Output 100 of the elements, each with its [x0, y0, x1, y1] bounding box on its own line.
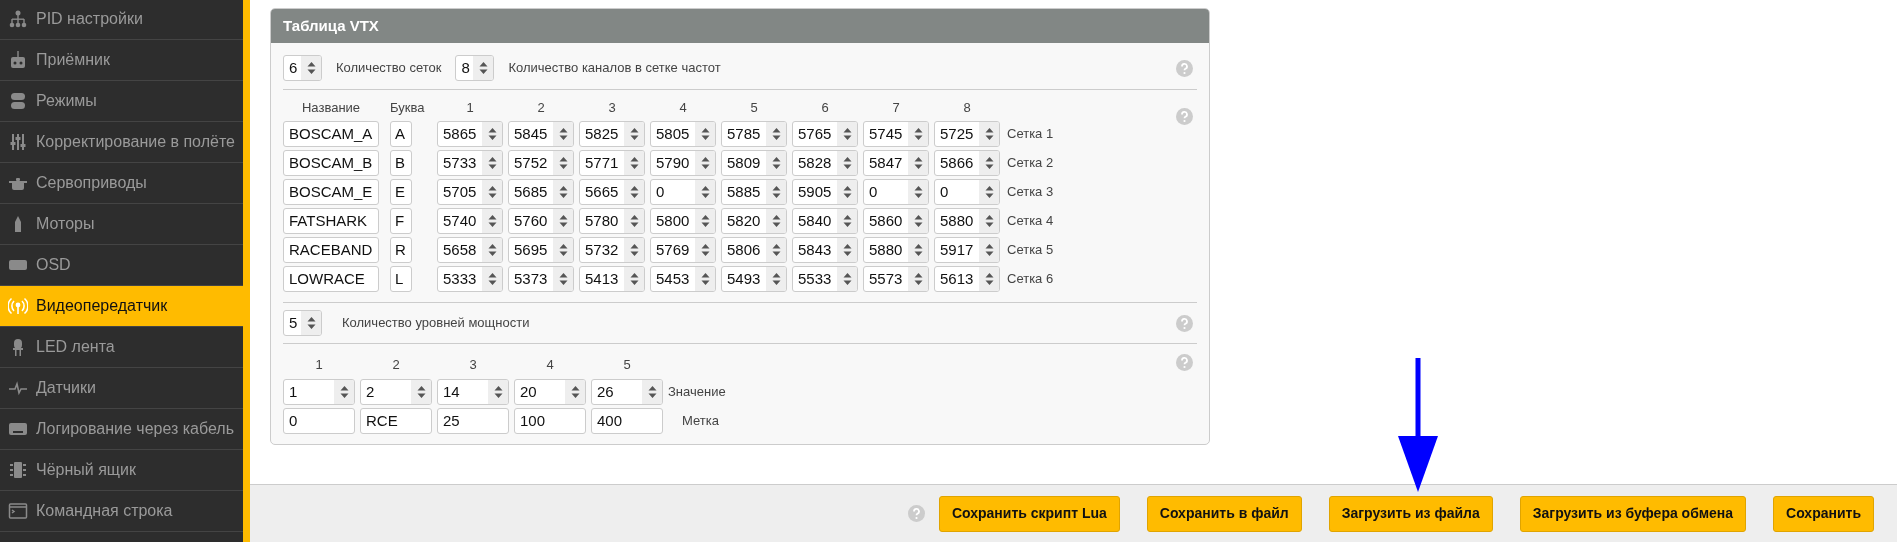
text-field[interactable]: FATSHARK: [283, 208, 379, 234]
spinner-arrows-icon[interactable]: [700, 214, 710, 228]
footer-button[interactable]: Загрузить из буфера обмена: [1519, 495, 1747, 532]
sidebar-item[interactable]: Сервоприводы: [0, 163, 243, 204]
number-field[interactable]: 5785: [721, 121, 787, 147]
spinner-arrows-icon[interactable]: [558, 214, 568, 228]
text-field[interactable]: RACEBAND: [283, 237, 379, 263]
number-field[interactable]: 5333: [437, 266, 503, 292]
number-field[interactable]: 5745: [863, 121, 929, 147]
number-field[interactable]: 5752: [508, 150, 574, 176]
number-field[interactable]: 5825: [579, 121, 645, 147]
text-field[interactable]: 100: [514, 408, 586, 434]
number-field[interactable]: 5658: [437, 237, 503, 263]
text-field[interactable]: 0: [283, 408, 355, 434]
text-field[interactable]: BOSCAM_A: [283, 121, 379, 147]
spinner-arrows-icon[interactable]: [700, 243, 710, 257]
text-field[interactable]: 25: [437, 408, 509, 434]
number-field[interactable]: 5843: [792, 237, 858, 263]
spinner-arrows-icon[interactable]: [700, 156, 710, 170]
number-field[interactable]: 5865: [437, 121, 503, 147]
spinner-arrows-icon[interactable]: [984, 243, 994, 257]
number-field[interactable]: 5: [283, 310, 322, 336]
text-field[interactable]: LOWRACE: [283, 266, 379, 292]
number-field[interactable]: 5760: [508, 208, 574, 234]
spinner-arrows-icon[interactable]: [913, 272, 923, 286]
number-field[interactable]: 6: [283, 55, 322, 81]
number-field[interactable]: 5665: [579, 179, 645, 205]
spinner-arrows-icon[interactable]: [842, 214, 852, 228]
spinner-arrows-icon[interactable]: [700, 272, 710, 286]
number-field[interactable]: 5695: [508, 237, 574, 263]
spinner-arrows-icon[interactable]: [416, 385, 426, 399]
number-field[interactable]: 5840: [792, 208, 858, 234]
spinner-arrows-icon[interactable]: [558, 243, 568, 257]
number-field[interactable]: 5769: [650, 237, 716, 263]
number-field[interactable]: 5885: [721, 179, 787, 205]
number-field[interactable]: 0: [863, 179, 929, 205]
spinner-arrows-icon[interactable]: [558, 127, 568, 141]
spinner-arrows-icon[interactable]: [913, 243, 923, 257]
spinner-arrows-icon[interactable]: [629, 214, 639, 228]
number-field[interactable]: 20: [514, 379, 586, 405]
number-field[interactable]: 5413: [579, 266, 645, 292]
text-field[interactable]: RCE: [360, 408, 432, 434]
spinner-arrows-icon[interactable]: [558, 156, 568, 170]
spinner-arrows-icon[interactable]: [771, 156, 781, 170]
number-field[interactable]: 5917: [934, 237, 1000, 263]
spinner-arrows-icon[interactable]: [842, 272, 852, 286]
spinner-arrows-icon[interactable]: [306, 316, 316, 330]
spinner-arrows-icon[interactable]: [629, 127, 639, 141]
text-field[interactable]: 400: [591, 408, 663, 434]
spinner-arrows-icon[interactable]: [629, 185, 639, 199]
spinner-arrows-icon[interactable]: [842, 185, 852, 199]
spinner-arrows-icon[interactable]: [478, 61, 488, 75]
spinner-arrows-icon[interactable]: [913, 214, 923, 228]
spinner-arrows-icon[interactable]: [558, 272, 568, 286]
sidebar-item[interactable]: Логирование через кабель: [0, 409, 243, 450]
spinner-arrows-icon[interactable]: [306, 61, 316, 75]
number-field[interactable]: 26: [591, 379, 663, 405]
spinner-arrows-icon[interactable]: [700, 185, 710, 199]
spinner-arrows-icon[interactable]: [913, 127, 923, 141]
number-field[interactable]: 8: [455, 55, 495, 81]
number-field[interactable]: 5847: [863, 150, 929, 176]
text-field[interactable]: B: [390, 150, 412, 176]
spinner-arrows-icon[interactable]: [842, 243, 852, 257]
spinner-arrows-icon[interactable]: [842, 156, 852, 170]
number-field[interactable]: 5733: [437, 150, 503, 176]
spinner-arrows-icon[interactable]: [629, 272, 639, 286]
sidebar-item[interactable]: Режимы: [0, 81, 243, 122]
number-field[interactable]: 5493: [721, 266, 787, 292]
spinner-arrows-icon[interactable]: [984, 214, 994, 228]
spinner-arrows-icon[interactable]: [984, 272, 994, 286]
number-field[interactable]: 14: [437, 379, 509, 405]
number-field[interactable]: 5806: [721, 237, 787, 263]
footer-button[interactable]: Сохранить: [1773, 495, 1874, 532]
number-field[interactable]: 5845: [508, 121, 574, 147]
number-field[interactable]: 5828: [792, 150, 858, 176]
spinner-arrows-icon[interactable]: [771, 272, 781, 286]
text-field[interactable]: BOSCAM_B: [283, 150, 379, 176]
spinner-arrows-icon[interactable]: [700, 127, 710, 141]
spinner-arrows-icon[interactable]: [913, 185, 923, 199]
spinner-arrows-icon[interactable]: [913, 156, 923, 170]
number-field[interactable]: 5780: [579, 208, 645, 234]
text-field[interactable]: BOSCAM_E: [283, 179, 379, 205]
number-field[interactable]: 5705: [437, 179, 503, 205]
spinner-arrows-icon[interactable]: [487, 127, 497, 141]
number-field[interactable]: 0: [934, 179, 1000, 205]
spinner-arrows-icon[interactable]: [487, 214, 497, 228]
number-field[interactable]: 5613: [934, 266, 1000, 292]
spinner-arrows-icon[interactable]: [984, 156, 994, 170]
spinner-arrows-icon[interactable]: [487, 243, 497, 257]
text-field[interactable]: A: [390, 121, 412, 147]
number-field[interactable]: 2: [360, 379, 432, 405]
sidebar-item[interactable]: Чёрный ящик: [0, 450, 243, 491]
footer-button[interactable]: Сохранить в файл: [1146, 495, 1302, 532]
footer-button[interactable]: Сохранить скрипт Lua: [938, 495, 1120, 532]
spinner-arrows-icon[interactable]: [487, 156, 497, 170]
number-field[interactable]: 5820: [721, 208, 787, 234]
spinner-arrows-icon[interactable]: [493, 385, 503, 399]
number-field[interactable]: 5771: [579, 150, 645, 176]
text-field[interactable]: L: [390, 266, 412, 292]
number-field[interactable]: 5809: [721, 150, 787, 176]
